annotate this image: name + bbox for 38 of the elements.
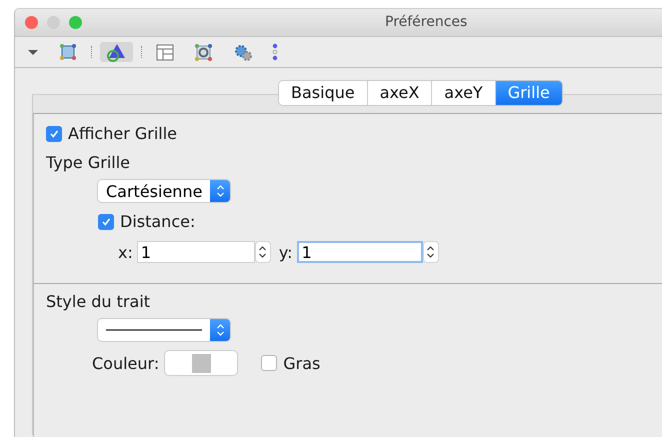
dropdown-icon bbox=[27, 48, 39, 56]
stepper[interactable] bbox=[422, 241, 439, 263]
solid-line-icon bbox=[106, 328, 202, 332]
toolbar-button[interactable] bbox=[100, 42, 133, 62]
field-label: y: bbox=[278, 242, 293, 262]
line-style-dropdown[interactable] bbox=[98, 319, 230, 341]
checkbox[interactable] bbox=[98, 214, 114, 230]
grid-type-dropdown[interactable]: Cartésienne bbox=[98, 180, 230, 202]
number-field[interactable]: 1 bbox=[296, 241, 423, 263]
tab[interactable]: Grille bbox=[496, 81, 562, 105]
checkbox[interactable] bbox=[261, 355, 278, 371]
layout-icon bbox=[156, 44, 174, 60]
chevron-icon bbox=[216, 184, 225, 198]
field-label: Couleur: bbox=[92, 354, 160, 372]
triangle-circle-icon bbox=[106, 42, 127, 62]
checkbox-label: Afficher Grille bbox=[68, 124, 178, 143]
tab[interactable]: Basique bbox=[279, 81, 368, 105]
checkbox-label: Gras bbox=[283, 354, 320, 372]
number-field[interactable]: 1 bbox=[136, 241, 255, 263]
chevron-icon bbox=[216, 323, 224, 337]
tab[interactable]: axeX bbox=[368, 81, 432, 105]
square-icon bbox=[59, 43, 77, 61]
gear-icon bbox=[194, 42, 213, 62]
gears-icon bbox=[233, 43, 252, 61]
section-label: Type Grille bbox=[46, 153, 131, 172]
check-icon bbox=[49, 128, 59, 138]
color-button[interactable] bbox=[165, 351, 238, 375]
chevron-icon bbox=[426, 245, 436, 259]
checkbox[interactable] bbox=[46, 126, 62, 142]
dots-icon bbox=[272, 43, 278, 61]
window-title: Préférences bbox=[385, 14, 468, 30]
close-button[interactable] bbox=[25, 16, 38, 29]
chevron-icon bbox=[258, 245, 268, 259]
field-label: x: bbox=[118, 242, 133, 262]
section-label: Style du trait bbox=[46, 292, 152, 311]
stepper[interactable] bbox=[254, 241, 271, 263]
checkbox-label: Distance: bbox=[120, 212, 196, 231]
check-icon bbox=[101, 216, 111, 226]
